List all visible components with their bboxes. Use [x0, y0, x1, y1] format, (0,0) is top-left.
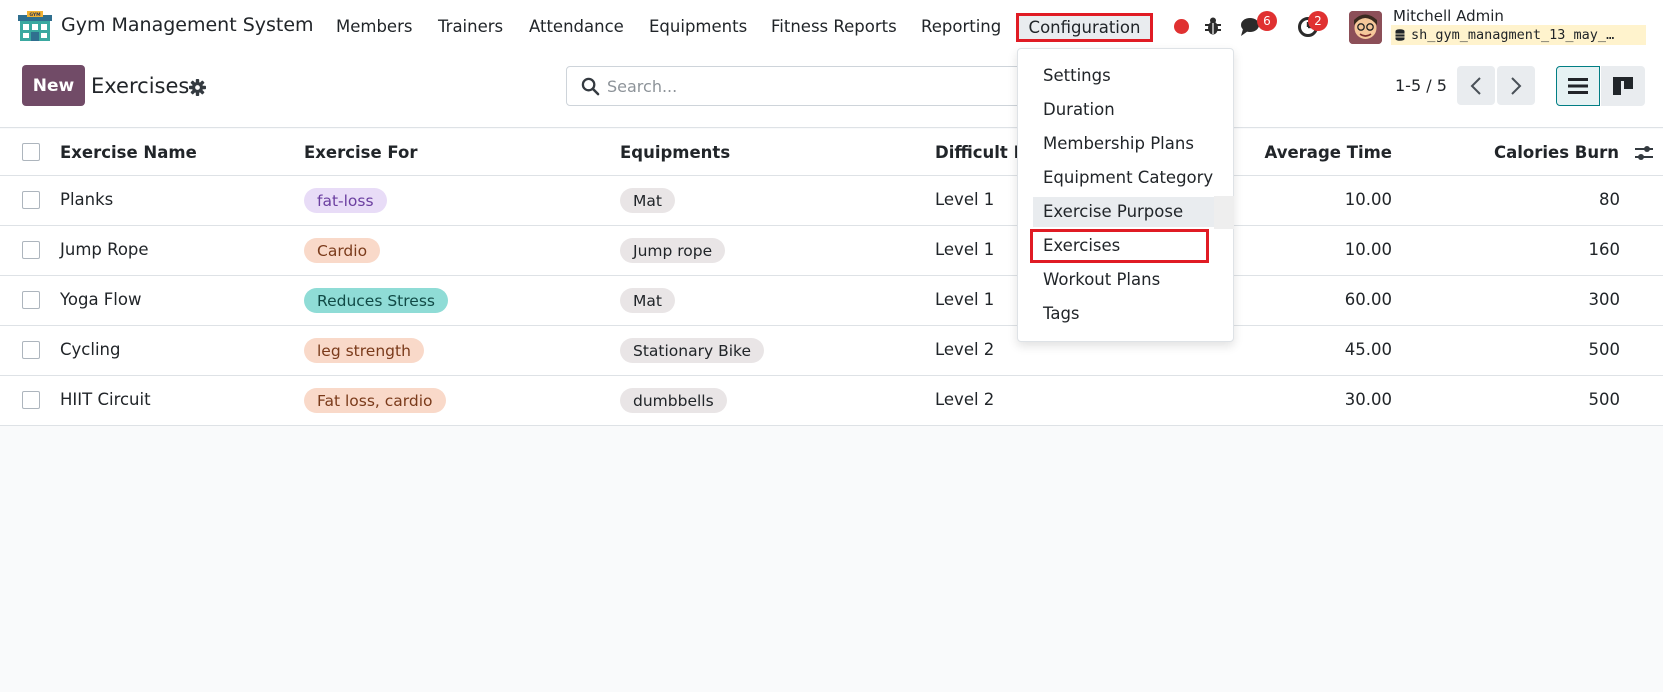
cell-average-time: 45.00: [1344, 340, 1392, 359]
equipment-tag: Stationary Bike: [620, 338, 764, 363]
cell-average-time: 10.00: [1344, 190, 1392, 209]
kanban-view-icon: [1613, 77, 1633, 95]
menu-configuration[interactable]: Configuration: [1016, 13, 1153, 42]
search-icon: [581, 77, 600, 96]
dropdown-item-tags[interactable]: Tags: [1043, 304, 1080, 323]
cell-calories-burn: 160: [1588, 240, 1621, 259]
pager-value[interactable]: 1-5 / 5: [1395, 76, 1447, 95]
cell-average-time: 30.00: [1344, 390, 1392, 409]
cell-difficulty-level: Level 1: [935, 240, 995, 259]
header-exercise-for[interactable]: Exercise For: [304, 143, 418, 162]
recording-indicator-icon[interactable]: [1174, 19, 1189, 34]
configuration-dropdown: Settings Duration Membership Plans Equip…: [1017, 48, 1234, 342]
equipment-tag: Mat: [620, 188, 675, 213]
optional-columns-sliders-icon[interactable]: [1634, 143, 1654, 163]
dropdown-item-equipment-category[interactable]: Equipment Category: [1043, 168, 1213, 187]
exercise-for-tag: Fat loss, cardio: [304, 388, 446, 413]
equipment-tag: Jump rope: [620, 238, 726, 263]
exercise-for-tag: fat-loss: [304, 188, 387, 213]
bug-icon[interactable]: [1204, 16, 1222, 36]
gym-logo-icon[interactable]: GYM: [18, 11, 52, 43]
chat-count-badge: 6: [1257, 11, 1277, 31]
header-difficulty-level[interactable]: Difficult L: [935, 143, 1024, 162]
svg-text:GYM: GYM: [29, 12, 41, 18]
page-title: Exercises: [91, 74, 190, 98]
cell-exercise-name: Planks: [60, 190, 114, 209]
header-average-time[interactable]: Average Time: [1265, 143, 1392, 162]
row-checkbox[interactable]: [22, 291, 40, 309]
user-name[interactable]: Mitchell Admin: [1393, 7, 1504, 25]
menu-members[interactable]: Members: [336, 17, 412, 36]
dropdown-item-membership-plans[interactable]: Membership Plans: [1043, 134, 1194, 153]
menu-trainers[interactable]: Trainers: [438, 17, 503, 36]
cell-calories-burn: 500: [1588, 390, 1621, 409]
list-view-button[interactable]: [1556, 66, 1600, 106]
cell-average-time: 10.00: [1344, 240, 1392, 259]
cell-difficulty-level: Level 2: [935, 390, 995, 409]
database-icon: [1395, 29, 1405, 41]
database-name-chip[interactable]: sh_gym_managment_13_may_…: [1391, 25, 1646, 45]
cell-calories-burn: 500: [1588, 340, 1621, 359]
table-row[interactable]: Yoga Flow Reduces Stress Mat Level 1 60.00 30…: [0, 276, 1663, 326]
search-bar[interactable]: [566, 66, 1026, 106]
menu-equipments[interactable]: Equipments: [649, 17, 747, 36]
exercise-for-tag: Reduces Stress: [304, 288, 448, 313]
dropdown-scroll-shade: [1214, 196, 1234, 229]
search-input[interactable]: [607, 74, 1007, 98]
menu-fitness-reports[interactable]: Fitness Reports: [771, 17, 897, 36]
avatar-face-icon: [1349, 11, 1382, 44]
cell-calories-burn: 80: [1599, 190, 1620, 209]
header-exercise-name[interactable]: Exercise Name: [60, 143, 197, 162]
select-all-checkbox[interactable]: [22, 143, 40, 161]
top-navbar: GYM Gym Management System Members Traine…: [0, 0, 1663, 54]
chevron-right-icon: [1511, 76, 1522, 95]
cell-exercise-name: Jump Rope: [60, 240, 149, 259]
table-row[interactable]: Jump Rope Cardio Jump rope Level 1 10.00 160: [0, 226, 1663, 276]
dropdown-item-exercise-purpose[interactable]: Exercise Purpose: [1043, 202, 1183, 221]
pager-next-button[interactable]: [1497, 66, 1535, 105]
row-checkbox[interactable]: [22, 341, 40, 359]
new-button[interactable]: New: [22, 65, 85, 106]
header-calories-burn[interactable]: Calories Burn: [1494, 143, 1619, 162]
table-header: Exercise Name Exercise For Equipments Di…: [0, 129, 1663, 176]
cell-difficulty-level: Level 1: [935, 190, 995, 209]
dropdown-item-duration[interactable]: Duration: [1043, 100, 1115, 119]
header-equipments[interactable]: Equipments: [620, 143, 730, 162]
pager-previous-button[interactable]: [1457, 66, 1495, 105]
menu-configuration-label: Configuration: [1028, 18, 1141, 37]
dropdown-item-exercises[interactable]: Exercises: [1043, 236, 1120, 255]
user-avatar[interactable]: [1349, 11, 1382, 44]
app-name[interactable]: Gym Management System: [61, 14, 314, 36]
cell-difficulty-level: Level 1: [935, 290, 995, 309]
menu-attendance[interactable]: Attendance: [529, 17, 624, 36]
activity-count-badge: 2: [1308, 11, 1328, 31]
equipment-tag: Mat: [620, 288, 675, 313]
cell-difficulty-level: Level 2: [935, 340, 995, 359]
cell-exercise-name: Yoga Flow: [60, 290, 142, 309]
cell-exercise-name: Cycling: [60, 340, 121, 359]
dropdown-item-workout-plans[interactable]: Workout Plans: [1043, 270, 1160, 289]
control-panel: New Exercises 1-5 / 5: [0, 54, 1663, 128]
row-checkbox[interactable]: [22, 391, 40, 409]
table-row[interactable]: Planks fat-loss Mat Level 1 10.00 80: [0, 176, 1663, 226]
chevron-left-icon: [1470, 76, 1481, 95]
kanban-view-button[interactable]: [1601, 66, 1645, 106]
table-row[interactable]: HIIT Circuit Fat loss, cardio dumbbells Lev…: [0, 376, 1663, 426]
table-row[interactable]: Cycling leg strength Stationary Bike Level …: [0, 326, 1663, 376]
cell-exercise-name: HIIT Circuit: [60, 390, 151, 409]
exercise-for-tag: Cardio: [304, 238, 381, 263]
database-name: sh_gym_managment_13_may_…: [1411, 27, 1615, 43]
list-view-icon: [1568, 78, 1588, 94]
dropdown-item-settings[interactable]: Settings: [1043, 66, 1111, 85]
cell-calories-burn: 300: [1588, 290, 1621, 309]
menu-reporting[interactable]: Reporting: [921, 17, 1001, 36]
exercise-for-tag: leg strength: [304, 338, 424, 363]
equipment-tag: dumbbells: [620, 388, 727, 413]
gear-icon[interactable]: [189, 79, 206, 96]
row-checkbox[interactable]: [22, 191, 40, 209]
row-checkbox[interactable]: [22, 241, 40, 259]
cell-average-time: 60.00: [1344, 290, 1392, 309]
